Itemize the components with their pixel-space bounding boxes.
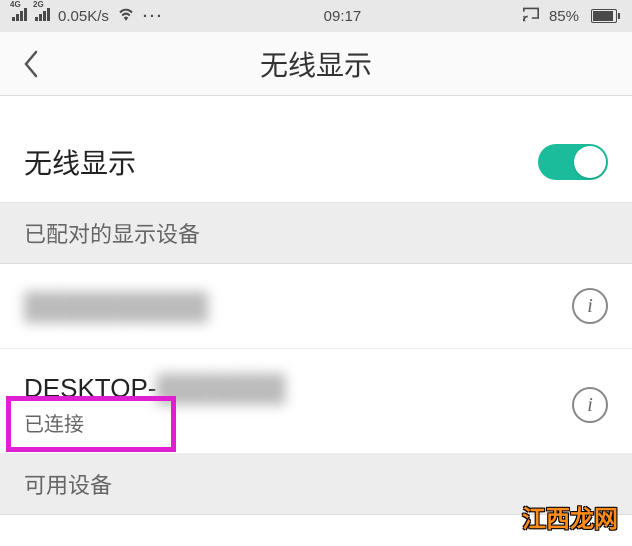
spacer: [0, 96, 632, 132]
wireless-display-switch[interactable]: [538, 144, 608, 180]
status-bar: 4G 2G 0.05K/s ··· 09:17 85%: [0, 0, 632, 32]
device-row[interactable]: ██████████ i: [0, 264, 632, 349]
available-devices-header: 可用设备: [0, 454, 632, 515]
status-left: 4G 2G 0.05K/s ···: [12, 7, 164, 25]
back-button[interactable]: [0, 32, 60, 95]
net-speed: 0.05K/s: [58, 8, 109, 25]
paired-devices-header: 已配对的显示设备: [0, 203, 632, 264]
wireless-display-label: 无线显示: [24, 142, 136, 182]
wireless-display-toggle-row: 无线显示: [0, 132, 632, 203]
more-icon: ···: [143, 8, 164, 25]
device-name-blurred: ███████: [156, 373, 285, 403]
battery-percent: 85%: [549, 8, 579, 25]
signal-4g-label: 4G: [10, 0, 21, 9]
switch-knob: [574, 146, 606, 178]
signal-2g-label: 2G: [33, 0, 44, 9]
device-row[interactable]: DESKTOP-███████ 已连接 i: [0, 349, 632, 454]
info-icon[interactable]: i: [572, 387, 608, 423]
device-info: ██████████: [24, 291, 572, 322]
device-name: ██████████: [24, 291, 572, 322]
device-status: 已连接: [24, 408, 572, 437]
battery-icon: [587, 9, 620, 23]
cast-icon: [521, 6, 541, 26]
status-right: 85%: [521, 6, 620, 26]
page-header: 无线显示: [0, 32, 632, 96]
status-time: 09:17: [324, 8, 362, 25]
wifi-icon: [117, 7, 135, 25]
chevron-left-icon: [22, 50, 38, 78]
device-name-prefix: DESKTOP-: [24, 373, 156, 403]
page-title: 无线显示: [0, 44, 632, 84]
device-name: DESKTOP-███████: [24, 373, 572, 404]
signal-2g-icon: 2G: [35, 7, 50, 25]
info-icon[interactable]: i: [572, 288, 608, 324]
device-info: DESKTOP-███████ 已连接: [24, 373, 572, 437]
signal-4g-icon: 4G: [12, 7, 27, 25]
